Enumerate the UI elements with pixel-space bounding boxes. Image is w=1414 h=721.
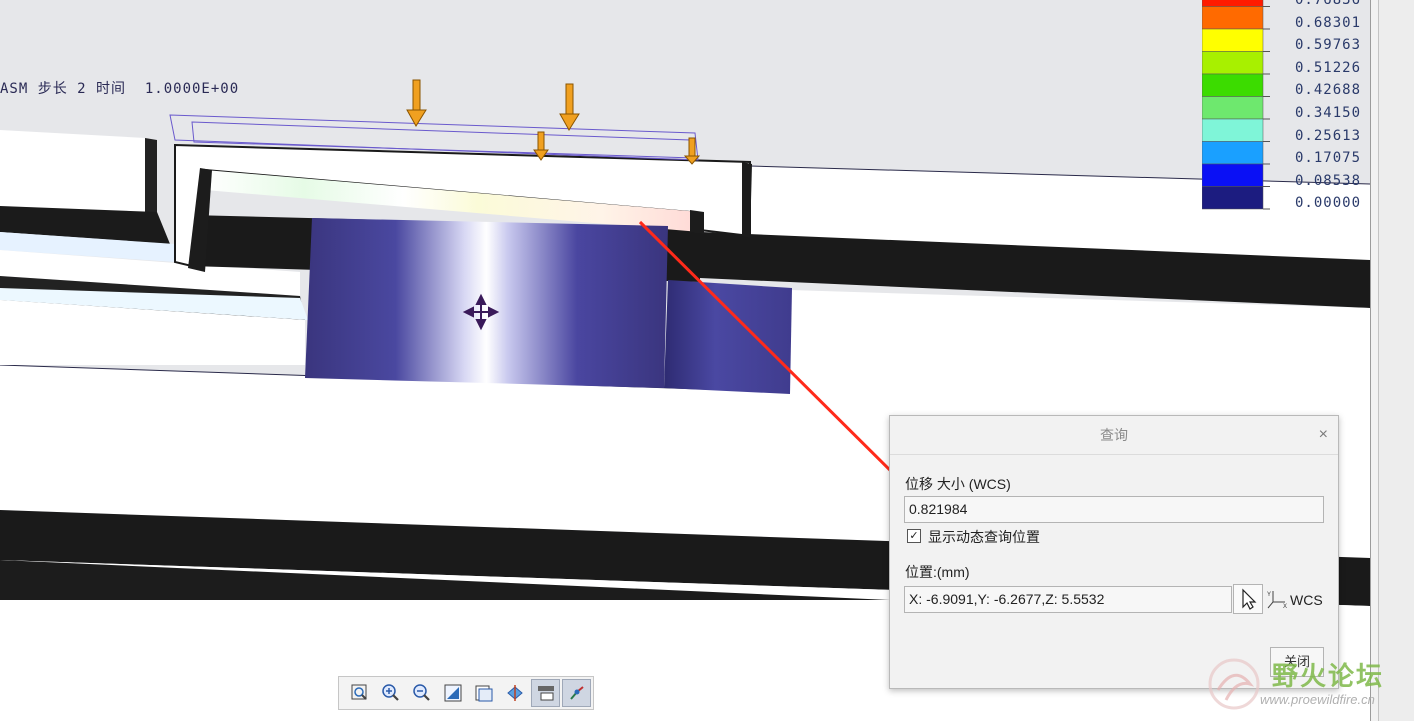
- legend-value: 0.34150: [1295, 105, 1362, 121]
- legend-value: 0.68301: [1295, 14, 1362, 31]
- legend-swatch: [1201, 51, 1264, 75]
- spin-center-button[interactable]: [500, 679, 529, 707]
- cursor-arrow-icon: [1242, 588, 1257, 610]
- datum-display-button[interactable]: [562, 679, 591, 707]
- zoom-out-button[interactable]: [407, 679, 436, 707]
- zoom-window-icon: [351, 684, 367, 700]
- saved-views-button[interactable]: [469, 679, 498, 707]
- view-toolbar: [338, 676, 594, 710]
- dialog-title: 查询: [1100, 427, 1128, 443]
- saved-views-icon: [475, 685, 492, 702]
- legend-swatch: [1201, 6, 1264, 30]
- spin-center-icon: [506, 685, 523, 701]
- legend-value: 0.00000: [1295, 195, 1362, 212]
- legend-value: 0.59763: [1295, 37, 1362, 54]
- legend-swatch: [1201, 73, 1264, 97]
- zoom-window-button[interactable]: [345, 679, 374, 707]
- displacement-value-field[interactable]: 0.821984: [904, 496, 1324, 523]
- legend-swatch: [1201, 186, 1264, 210]
- svg-text:Y: Y: [1267, 592, 1271, 598]
- legend-value: 0.08538: [1295, 172, 1362, 189]
- legend-swatch: [1201, 141, 1264, 165]
- pick-point-button[interactable]: [1233, 584, 1263, 614]
- legend-swatch: [1201, 163, 1264, 187]
- legend-swatch: [1201, 96, 1264, 120]
- legend-swatch: [1201, 28, 1264, 52]
- display-style-icon: [537, 686, 554, 701]
- query-dialog: 查询 × 位移 大小 (WCS) 0.821984 ✓ 显示动态查询位置 位置:…: [889, 415, 1339, 689]
- legend-value: 0.42688: [1295, 82, 1362, 99]
- zoom-in-icon: [381, 684, 399, 701]
- refit-button[interactable]: [438, 679, 467, 707]
- csys-axis-icon: Y X: [1267, 591, 1287, 610]
- legend-value: 0.17075: [1295, 150, 1362, 167]
- legend-swatch: [1201, 118, 1264, 142]
- watermark-url: www.proewildfire.cn: [1260, 692, 1375, 707]
- legend-value: 0.51226: [1295, 59, 1362, 76]
- legend-swatch: [1201, 0, 1264, 7]
- dynamic-query-label: 显示动态查询位置: [928, 529, 1040, 545]
- step-time-label: ASM 步长 2 时间 1.0000E+00: [0, 81, 240, 97]
- forum-watermark: 野火论坛 www.proewildfire.cn: [1200, 650, 1414, 721]
- zoom-out-icon: [412, 684, 430, 701]
- dynamic-query-checkbox[interactable]: ✓: [907, 529, 921, 543]
- window-edge-inner: [1378, 0, 1414, 721]
- zoom-in-button[interactable]: [376, 679, 405, 707]
- watermark-text: 野火论坛: [1272, 662, 1385, 692]
- close-icon[interactable]: ×: [1319, 416, 1328, 454]
- display-style-button[interactable]: [531, 679, 560, 707]
- legend-value: 0.25613: [1295, 127, 1362, 144]
- position-value-field[interactable]: X: -6.9091,Y: -6.2677,Z: 5.5532: [904, 586, 1232, 613]
- position-label: 位置:(mm): [905, 564, 970, 580]
- watermark-logo-icon: [1208, 658, 1260, 710]
- csys-label: WCS: [1290, 592, 1323, 608]
- legend-value: 0.76836: [1295, 0, 1362, 8]
- svg-text:X: X: [1283, 604, 1287, 610]
- displacement-label: 位移 大小 (WCS): [905, 476, 1011, 492]
- datum-display-icon: [569, 686, 584, 700]
- refit-icon: [444, 684, 461, 702]
- dialog-title-bar[interactable]: 查询 ×: [890, 416, 1338, 455]
